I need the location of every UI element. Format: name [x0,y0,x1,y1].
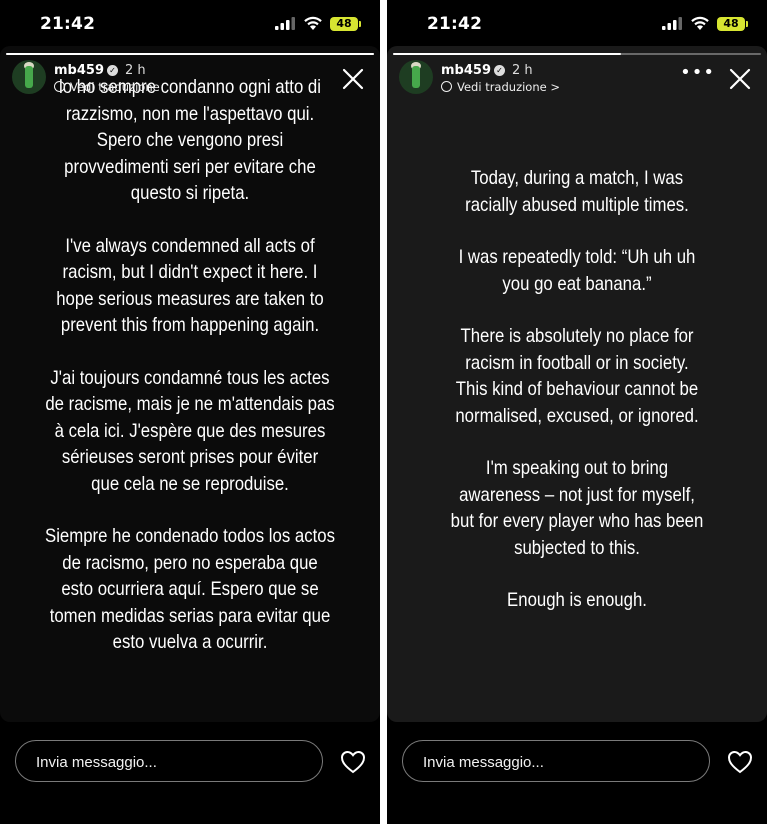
reply-field[interactable] [15,740,323,783]
story-paragraph: Enough is enough. [507,589,647,611]
post-age: 2 h [125,63,146,78]
clock: 21:42 [40,14,96,34]
story-progress-bar [6,53,374,55]
story-text: Today, during a match, I was racially ab… [414,165,741,640]
verified-icon: ✓ [494,65,505,76]
wifi-icon [691,16,709,30]
story-paragraph: J'ai toujours condamné tous les actes de… [45,366,335,495]
see-translation-link[interactable]: Vedi traduzione > [441,80,560,94]
story-paragraph: There is absolutely no place for racism … [455,325,699,427]
verified-icon: ✓ [107,65,118,76]
reply-field[interactable] [402,740,710,783]
username[interactable]: mb459 ✓ 2 h [54,63,146,78]
see-translation-link[interactable]: Vedi traduzione [54,80,160,94]
avatar[interactable] [12,60,46,94]
status-bar: 21:42 48 [0,0,380,48]
heart-icon[interactable] [340,750,366,774]
username[interactable]: mb459 ✓ 2 h [441,63,533,78]
story-screen-right: 21:42 48 mb459 ✓ 2 h Vedi traduzione > •••… [387,0,767,824]
story-progress-bar [393,53,761,55]
heart-icon[interactable] [727,750,753,774]
story-paragraph: Today, during a match, I was racially ab… [465,167,689,216]
battery-icon: 48 [717,17,748,31]
globe-icon [441,81,452,92]
story-text: lo ho sempre condanno ogni atto di razzi… [27,74,354,682]
post-age: 2 h [512,63,533,78]
story-paragraph: I was repeatedly told: “Uh uh uh you go … [458,246,696,295]
message-input[interactable] [421,741,695,783]
battery-icon: 48 [330,17,361,31]
wifi-icon [304,16,322,30]
story-screen-left: 21:42 48 lo ho sempre condanno ogni atto… [0,0,380,824]
story-card[interactable]: mb459 ✓ 2 h Vedi traduzione > ••• Today, d… [387,46,767,722]
globe-icon [54,81,65,92]
story-paragraph: I've always condemned all acts of racism… [56,234,324,337]
clock: 21:42 [427,14,483,34]
story-paragraph: Siempre he condenado todos los actos de … [45,525,335,653]
signal-icon [275,17,295,30]
more-icon[interactable]: ••• [680,64,715,82]
close-icon[interactable] [729,68,751,90]
status-bar: 21:42 48 [387,0,767,48]
story-card[interactable]: lo ho sempre condanno ogni atto di razzi… [0,46,380,722]
avatar[interactable] [399,60,433,94]
signal-icon [662,17,682,30]
story-paragraph: I'm speaking out to bring awareness – no… [450,457,704,559]
message-input[interactable] [34,741,308,783]
close-icon[interactable] [342,68,364,90]
